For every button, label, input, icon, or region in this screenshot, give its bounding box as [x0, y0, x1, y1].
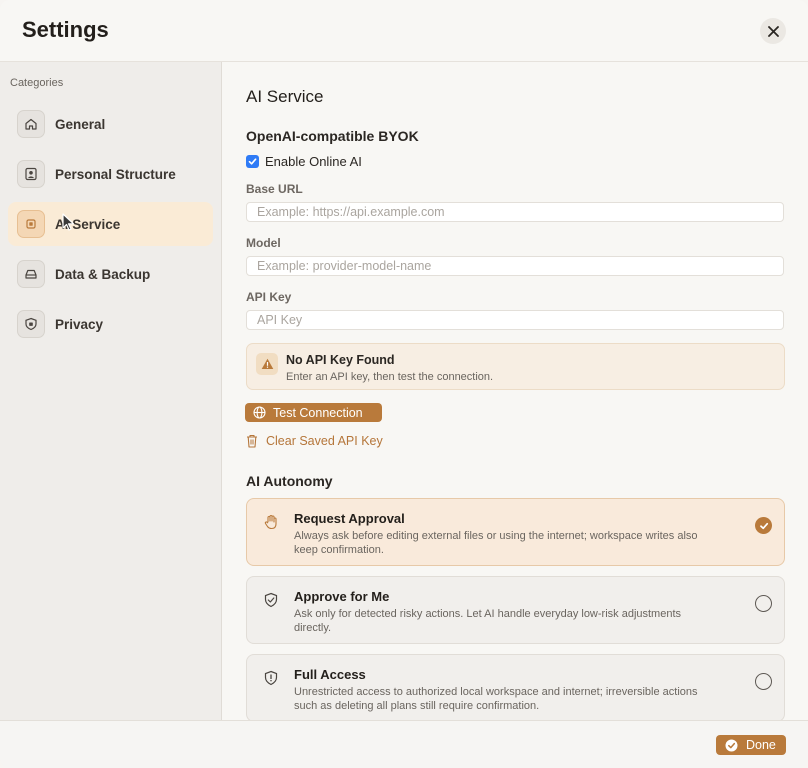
checkmark-icon: [248, 158, 257, 165]
hand-icon: [264, 514, 277, 530]
autonomy-option-approve-for-me[interactable]: Approve for Me Ask only for detected ris…: [246, 576, 785, 644]
home-icon: [17, 110, 45, 138]
sidebar-item-label: Privacy: [55, 316, 104, 332]
sidebar: Categories General Personal Structure AI…: [0, 62, 222, 720]
warning-icon: [256, 353, 278, 375]
sidebar-item-data-backup[interactable]: Data & Backup: [8, 252, 213, 296]
done-label: Done: [746, 738, 776, 752]
ai-autonomy-title: AI Autonomy: [246, 473, 333, 489]
footer-bar: Done: [0, 720, 808, 768]
clear-saved-api-key-link[interactable]: Clear Saved API Key: [246, 434, 383, 448]
option-description: Unrestricted access to authorized local …: [294, 686, 698, 712]
autonomy-option-full-access[interactable]: Full Access Unrestricted access to autho…: [246, 654, 785, 722]
categories-label: Categories: [10, 77, 64, 89]
window-title: Settings: [22, 17, 109, 42]
trash-icon: [247, 434, 257, 448]
enable-online-ai-row[interactable]: Enable Online AI: [246, 154, 362, 169]
sidebar-item-general[interactable]: General: [8, 102, 213, 146]
settings-content: AI Service OpenAI-compatible BYOK Enable…: [222, 62, 808, 722]
option-title: Approve for Me: [294, 589, 390, 604]
option-radio[interactable]: [755, 595, 772, 612]
option-title: Request Approval: [294, 511, 405, 526]
done-button[interactable]: Done: [716, 735, 786, 755]
option-radio-selected[interactable]: [755, 517, 772, 534]
sidebar-item-ai-service[interactable]: AI Service: [8, 202, 213, 246]
checkmark-icon: [759, 522, 768, 529]
base-url-label: Base URL: [246, 182, 303, 196]
base-url-input[interactable]: [246, 202, 784, 222]
warning-description: Enter an API key, then test the connecti…: [286, 371, 494, 383]
close-icon: [767, 25, 779, 37]
shield-icon: [17, 310, 45, 338]
model-input[interactable]: [246, 256, 784, 276]
section-title: AI Service: [246, 87, 324, 106]
enable-online-ai-checkbox[interactable]: [246, 155, 259, 168]
check-circle-icon: [725, 739, 738, 751]
autonomy-option-request-approval[interactable]: Request Approval Always ask before editi…: [246, 498, 785, 566]
no-api-key-warning: No API Key Found Enter an API key, then …: [246, 343, 785, 390]
enable-online-ai-label: Enable Online AI: [265, 154, 362, 169]
option-title: Full Access: [294, 667, 366, 682]
api-key-input[interactable]: [246, 310, 784, 330]
sidebar-item-label: General: [55, 116, 106, 132]
byok-title: OpenAI-compatible BYOK: [246, 128, 419, 144]
settings-window: Settings Categories General Personal Str…: [0, 0, 808, 768]
close-button[interactable]: [760, 18, 786, 44]
clear-saved-api-key-label: Clear Saved API Key: [266, 434, 383, 448]
sidebar-item-label: Personal Structure: [55, 166, 176, 182]
shield-alert-icon: [264, 670, 278, 686]
sidebar-item-personal-structure[interactable]: Personal Structure: [8, 152, 213, 196]
model-label: Model: [246, 236, 281, 250]
sidebar-item-privacy[interactable]: Privacy: [8, 302, 213, 346]
test-connection-label: Test Connection: [273, 405, 363, 420]
api-key-label: API Key: [246, 290, 292, 304]
warning-title: No API Key Found: [286, 353, 395, 367]
globe-icon: [253, 406, 266, 419]
shield-check-icon: [264, 592, 278, 608]
option-radio[interactable]: [755, 673, 772, 690]
option-description: Ask only for detected risky actions. Let…: [294, 608, 682, 634]
drive-icon: [17, 260, 45, 288]
test-connection-button[interactable]: Test Connection: [245, 403, 382, 422]
person-icon: [17, 160, 45, 188]
sidebar-item-label: Data & Backup: [55, 266, 151, 282]
option-description: Always ask before editing external files…: [294, 530, 698, 556]
title-bar: Settings: [0, 0, 808, 62]
chip-icon: [17, 210, 45, 238]
sidebar-item-label: AI Service: [55, 216, 121, 232]
